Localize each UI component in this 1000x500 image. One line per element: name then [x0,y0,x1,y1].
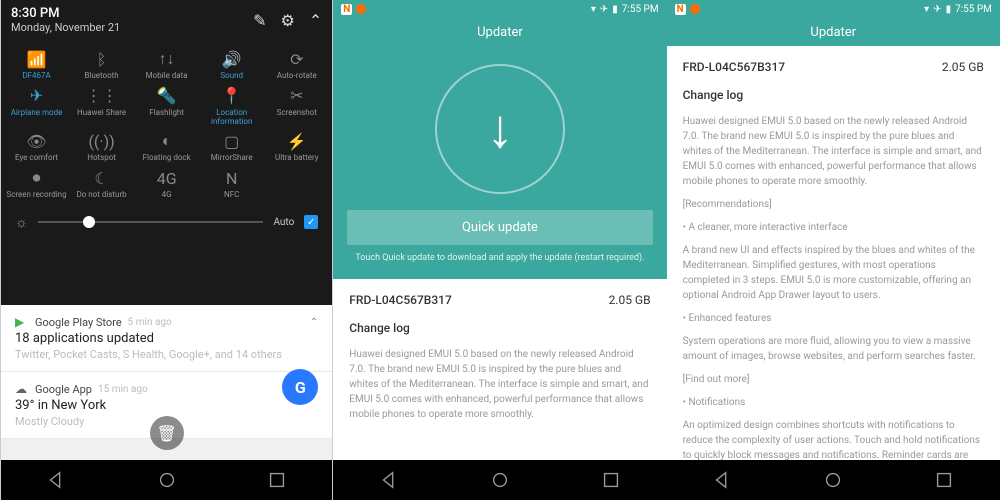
home-button[interactable] [822,469,844,491]
brightness-auto-label: Auto [273,217,294,228]
4g-icon: 4G [158,169,176,187]
updater-title: Updater [667,18,1000,46]
airplane-icon: ✈ [933,4,941,15]
phone-updater-changelog: N ▾✈▮7:55 PM Updater FRD-L04C567B317 2.0… [667,0,1000,500]
changelog-body: Huawei designed EMUI 5.0 based on the ne… [349,347,650,422]
play-store-icon: ▶ [15,315,29,329]
build-size: 2.05 GB [942,60,984,74]
ultra-battery-icon: ⚡ [288,132,306,150]
edit-icon[interactable]: ✎ [253,11,266,30]
location-icon: 📍 [223,87,241,105]
battery-icon: ▮ [946,4,952,15]
wifi-icon: ▾ [591,4,596,15]
screen-rec-icon: ⏺ [28,169,46,187]
changelog-heading: Change log [349,321,650,335]
qs-tile-eye-comfort[interactable]: 👁Eye comfort [5,130,68,165]
qs-tile-floating-dock[interactable]: ◐Floating dock [135,130,198,165]
quick-update-hint: Touch Quick update to download and apply… [355,253,644,265]
qs-tile-bluetooth[interactable]: ᛒBluetooth [70,48,133,83]
home-button[interactable] [156,469,178,491]
bluetooth-icon: ᛒ [93,50,111,68]
qs-tile-mobile-data[interactable]: ↑↓Mobile data [135,48,198,83]
airplane-icon: ✈ [28,87,46,105]
status-time: 8:30 PM [11,6,120,21]
notif-app-name: Google Play Store [35,316,122,329]
qs-tile-sound[interactable]: 🔊Sound [200,48,263,83]
nfc-icon: N [223,169,241,187]
back-button[interactable] [45,469,67,491]
status-date: Monday, November 21 [11,21,120,34]
notification-shade: 8:30 PM Monday, November 21 ✎ ⚙ ⌃ 📶DF467… [1,0,332,305]
nfc-indicator-icon [356,4,366,14]
n-badge-icon: N [341,4,352,15]
chevron-up-icon[interactable]: ⌃ [309,11,322,30]
gear-icon[interactable]: ⚙ [281,11,295,30]
home-button[interactable] [489,469,511,491]
build-size: 2.05 GB [609,293,651,307]
quick-settings-grid: 📶DF467AᛒBluetooth↑↓Mobile data🔊Sound⟳Aut… [1,40,332,210]
qs-tile-dnd[interactable]: ☾Do not disturb [70,167,133,202]
eye-comfort-icon: 👁 [28,132,46,150]
floating-dock-icon: ◐ [158,132,176,150]
updater-title: Updater [333,18,666,46]
brightness-row: ☼ Auto ✓ [1,210,332,235]
changelog-heading: Change log [683,88,984,102]
qs-tile-nfc[interactable]: NNFC [200,167,263,202]
battery-icon: ▮ [612,4,618,15]
quick-update-button[interactable]: Quick update [347,210,652,245]
brightness-slider[interactable] [38,221,264,223]
mobile-data-icon: ↑↓ [158,50,176,68]
back-button[interactable] [711,469,733,491]
notif-app-name: Google App [35,383,92,396]
nav-bar [333,460,666,500]
auto-rotate-icon: ⟳ [288,50,306,68]
qs-tile-location[interactable]: 📍Location information [200,85,263,129]
download-arrow-icon: ↓ [486,98,513,161]
airplane-icon: ✈ [600,4,608,15]
chevron-up-icon[interactable]: ⌃ [310,317,318,328]
flashlight-icon: 🔦 [158,87,176,105]
back-button[interactable] [378,469,400,491]
qs-tile-ultra-battery[interactable]: ⚡Ultra battery [265,130,328,165]
wifi-icon: 📶 [28,50,46,68]
dnd-icon: ☾ [93,169,111,187]
cloud-icon: ☁ [15,382,29,396]
phone-notification-shade: 8:30 PM Monday, November 21 ✎ ⚙ ⌃ 📶DF467… [0,0,333,500]
recents-button[interactable] [933,469,955,491]
hotspot-icon: ((·)) [93,132,111,150]
brightness-icon: ☼ [15,214,28,231]
huawei-share-icon: ⋮⋮ [93,87,111,105]
brightness-auto-checkbox[interactable]: ✓ [304,215,318,229]
sound-icon: 🔊 [223,50,241,68]
phone-updater-download: N ▾✈▮7:55 PM Updater ↓ Quick update Touc… [333,0,666,500]
nav-bar [1,460,332,500]
mirrorshare-icon: ▢ [223,132,241,150]
qs-tile-screen-rec[interactable]: ⏺Screen recording [5,167,68,202]
screenshot-icon: ✂ [288,87,306,105]
notification-play-store[interactable]: ▶ Google Play Store 5 min ago ⌃ 18 appli… [1,305,332,372]
qs-tile-auto-rotate[interactable]: ⟳Auto-rotate [265,48,328,83]
status-bar: N ▾✈▮7:55 PM [667,0,1000,18]
qs-tile-wifi[interactable]: 📶DF467A [5,48,68,83]
qs-tile-4g[interactable]: 4G4G [135,167,198,202]
qs-tile-mirrorshare[interactable]: ▢MirrorShare [200,130,263,165]
nav-bar [667,460,1000,500]
qs-tile-huawei-share[interactable]: ⋮⋮Huawei Share [70,85,133,129]
build-id: FRD-L04C567B317 [349,293,452,307]
clear-all-button[interactable]: 🗑 [150,416,184,450]
n-badge-icon: N [675,4,686,15]
recents-button[interactable] [600,469,622,491]
download-circle: ↓ [435,64,565,194]
qs-tile-hotspot[interactable]: ((·))Hotspot [70,130,133,165]
status-bar: N ▾✈▮7:55 PM [333,0,666,18]
nfc-indicator-icon [690,4,700,14]
changelog-body[interactable]: Huawei designed EMUI 5.0 based on the ne… [683,114,984,460]
qs-tile-airplane[interactable]: ✈Airplane mode [5,85,68,129]
build-id: FRD-L04C567B317 [683,60,786,74]
qs-tile-flashlight[interactable]: 🔦Flashlight [135,85,198,129]
wifi-icon: ▾ [924,4,929,15]
recents-button[interactable] [266,469,288,491]
qs-tile-screenshot[interactable]: ✂Screenshot [265,85,328,129]
